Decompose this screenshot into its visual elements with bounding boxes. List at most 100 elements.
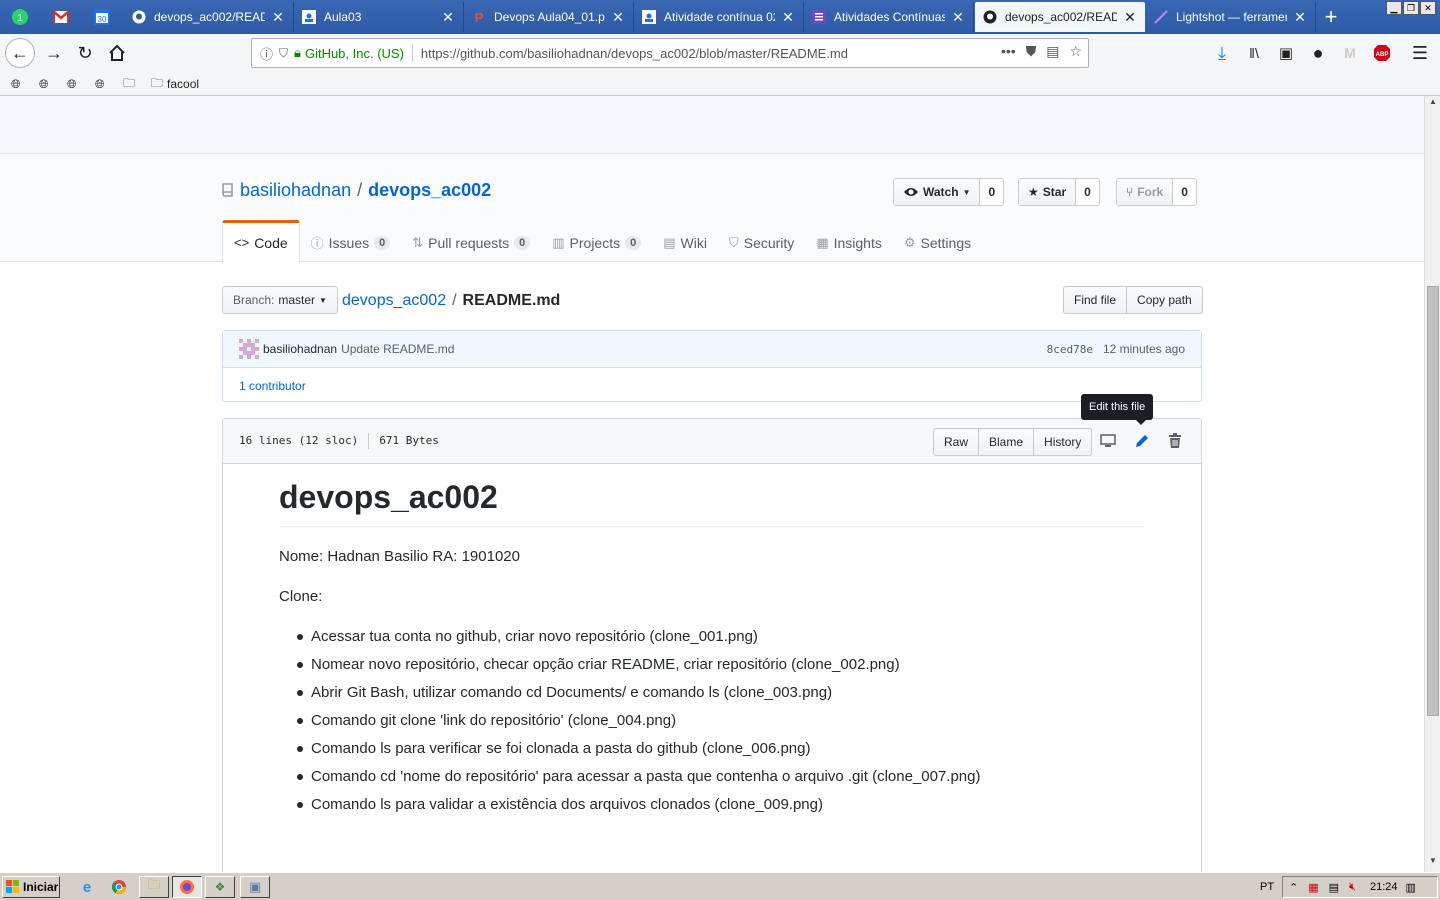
tab-lightshot[interactable]: Lightshot — ferrament ✕	[1146, 2, 1316, 32]
repo-owner-link[interactable]: basiliohadnan	[240, 180, 351, 201]
blame-button[interactable]: Blame	[979, 428, 1035, 456]
watch-button[interactable]: Watch ▼	[894, 179, 981, 205]
find-file-button[interactable]: Find file	[1063, 286, 1128, 314]
forward-button[interactable]: →	[40, 40, 68, 66]
taskbar-item-window[interactable]: ▣	[240, 876, 270, 898]
tab-github-active[interactable]: devops_ac002/READM ✕	[975, 2, 1145, 32]
language-indicator[interactable]: PT	[1260, 881, 1274, 893]
avatar[interactable]	[239, 339, 259, 359]
commit-age: 12 minutes ago	[1102, 342, 1185, 356]
delete-file-button[interactable]	[1165, 432, 1185, 450]
close-icon[interactable]: ✕	[781, 9, 795, 26]
commit-sha-link[interactable]: 8ced78e	[1047, 343, 1093, 356]
tray-display-icon[interactable]: ▤	[1329, 881, 1339, 894]
reload-button[interactable]: ↻	[71, 40, 99, 66]
minimize-button[interactable]: ▁	[1386, 1, 1402, 15]
copy-path-button[interactable]: Copy path	[1127, 286, 1203, 314]
url-bar[interactable]: ⓘ ⛉ 🔒︎ GitHub, Inc. (US) https://github.…	[251, 38, 1089, 68]
reader-view-icon[interactable]: ▤	[1046, 43, 1059, 60]
extension-button[interactable]: M	[1336, 40, 1364, 66]
quicklaunch-chrome[interactable]	[110, 878, 128, 896]
tab-atividades-forms[interactable]: Atividades Contínuas - ✕	[804, 2, 974, 32]
tray-notification-icon[interactable]: ▥	[1406, 881, 1416, 894]
commit-author-link[interactable]: basiliohadnan	[263, 342, 337, 356]
restore-button[interactable]: ❐	[1403, 1, 1419, 15]
tray-volume-muted-icon[interactable]: 🔇︎	[1349, 881, 1356, 894]
bookmark-folder[interactable]: 🗀	[123, 75, 135, 93]
open-in-desktop-button[interactable]	[1098, 432, 1118, 450]
tab-projects[interactable]: ▥ Projects 0	[541, 220, 652, 262]
bookmark-item[interactable]: 🌐︎	[67, 75, 77, 93]
bookmark-item[interactable]: 🌐︎	[11, 75, 21, 93]
downloads-button[interactable]: ⤓	[1208, 40, 1236, 66]
star-count[interactable]: 0	[1076, 179, 1099, 205]
new-tab-button[interactable]: +	[1318, 4, 1344, 30]
sidebar-button[interactable]: ▣	[1272, 40, 1300, 66]
close-icon[interactable]: ✕	[441, 9, 455, 26]
tab-pull-requests[interactable]: ⇅ Pull requests 0	[401, 220, 541, 262]
tab-label: Insights	[833, 234, 882, 251]
close-icon[interactable]: ✕	[611, 9, 625, 26]
close-icon[interactable]: ✕	[271, 9, 285, 26]
breadcrumb-repo-link[interactable]: devops_ac002	[342, 292, 446, 310]
close-icon[interactable]: ✕	[1293, 9, 1307, 26]
back-button[interactable]: ←	[5, 38, 35, 68]
raw-button[interactable]: Raw	[933, 428, 980, 456]
tab-devops-ppt[interactable]: P Devops Aula04_01.ppt ✕	[464, 2, 634, 32]
star-button[interactable]: ★ Star	[1019, 179, 1077, 205]
history-button[interactable]: History	[1034, 428, 1093, 456]
bookmark-item[interactable]: 🌐︎	[39, 75, 49, 93]
url-text[interactable]: https://github.com/basiliohadnan/devops_…	[421, 46, 848, 61]
library-button[interactable]: ‖\	[1240, 40, 1268, 66]
watch-count[interactable]: 0	[980, 179, 1004, 205]
tab-atividade[interactable]: Atividade contínua 02 ✕	[634, 2, 804, 32]
scroll-down-arrow[interactable]: ▼	[1427, 856, 1439, 870]
tab-security[interactable]: ⛉ Security	[718, 220, 805, 262]
pinned-tab-calendar[interactable]: 30	[82, 2, 122, 32]
tray-expand-icon[interactable]: ⌃	[1289, 881, 1298, 894]
start-button[interactable]: Iniciar	[2, 876, 60, 898]
file-info: 16 lines (12 sloc) 671 Bytes	[239, 433, 439, 449]
tab-wiki[interactable]: ▤ Wiki	[652, 220, 718, 262]
bookmark-item[interactable]: 🌐︎	[95, 75, 105, 93]
repo-nav: <> Code ⓘ Issues 0 ⇅ Pull requests 0 ▥ P…	[222, 220, 982, 263]
tray-network-icon[interactable]: ▦	[1308, 881, 1318, 894]
edit-file-button[interactable]	[1132, 432, 1152, 450]
close-icon[interactable]: ✕	[1123, 9, 1137, 26]
account-button[interactable]: ●	[1304, 40, 1332, 66]
file-header: 16 lines (12 sloc) 671 Bytes Raw Blame H…	[223, 419, 1201, 464]
bookmark-folder-facool[interactable]: 🗀 facool	[151, 75, 199, 93]
menu-button[interactable]: ☰	[1406, 40, 1434, 66]
info-icon[interactable]: ⓘ	[260, 44, 273, 63]
fork-count[interactable]: 0	[1173, 179, 1196, 205]
tab-aula03[interactable]: Aula03 ✕	[294, 2, 464, 32]
close-icon[interactable]: ✕	[951, 9, 965, 26]
quicklaunch-ie[interactable]: e	[78, 878, 96, 896]
contributors-link[interactable]: 1 contributor	[239, 379, 306, 393]
tab-issues[interactable]: ⓘ Issues 0	[300, 220, 402, 262]
page-scrollbar[interactable]: ▲ ▼	[1424, 96, 1440, 872]
fork-button[interactable]: ⑂ Fork	[1117, 179, 1174, 205]
scroll-up-arrow[interactable]: ▲	[1427, 97, 1439, 111]
commit-message-link[interactable]: Update README.md	[341, 342, 454, 356]
scrollbar-thumb[interactable]	[1427, 286, 1439, 716]
tab-settings[interactable]: ⚙ Settings	[893, 220, 982, 262]
repo-name-link[interactable]: devops_ac002	[368, 180, 491, 201]
tab-code[interactable]: <> Code	[222, 220, 300, 263]
page-actions-icon[interactable]: •••	[1001, 43, 1016, 60]
tab-insights[interactable]: ▦ Insights	[805, 220, 893, 262]
tab-github-1[interactable]: devops_ac002/READM ✕	[124, 2, 294, 32]
clock[interactable]: 21:24	[1370, 881, 1398, 893]
window-close-button[interactable]: ✕	[1420, 1, 1436, 15]
home-button[interactable]	[103, 40, 131, 66]
tracking-shield-icon[interactable]: ⛉	[279, 46, 288, 61]
taskbar-item-app[interactable]: ❖	[205, 876, 235, 898]
pinned-tab-gmail[interactable]	[41, 2, 81, 32]
adblock-button[interactable]: ABP	[1368, 40, 1396, 66]
bookmark-star-icon[interactable]: ☆	[1069, 43, 1082, 60]
taskbar-item-explorer[interactable]: 🗀	[139, 876, 169, 898]
branch-select-button[interactable]: Branch: master ▼	[222, 286, 338, 314]
taskbar-item-firefox[interactable]	[172, 876, 202, 898]
pinned-tab-whatsapp[interactable]: 1	[0, 2, 40, 32]
pocket-icon[interactable]: ⛊	[1026, 43, 1037, 60]
